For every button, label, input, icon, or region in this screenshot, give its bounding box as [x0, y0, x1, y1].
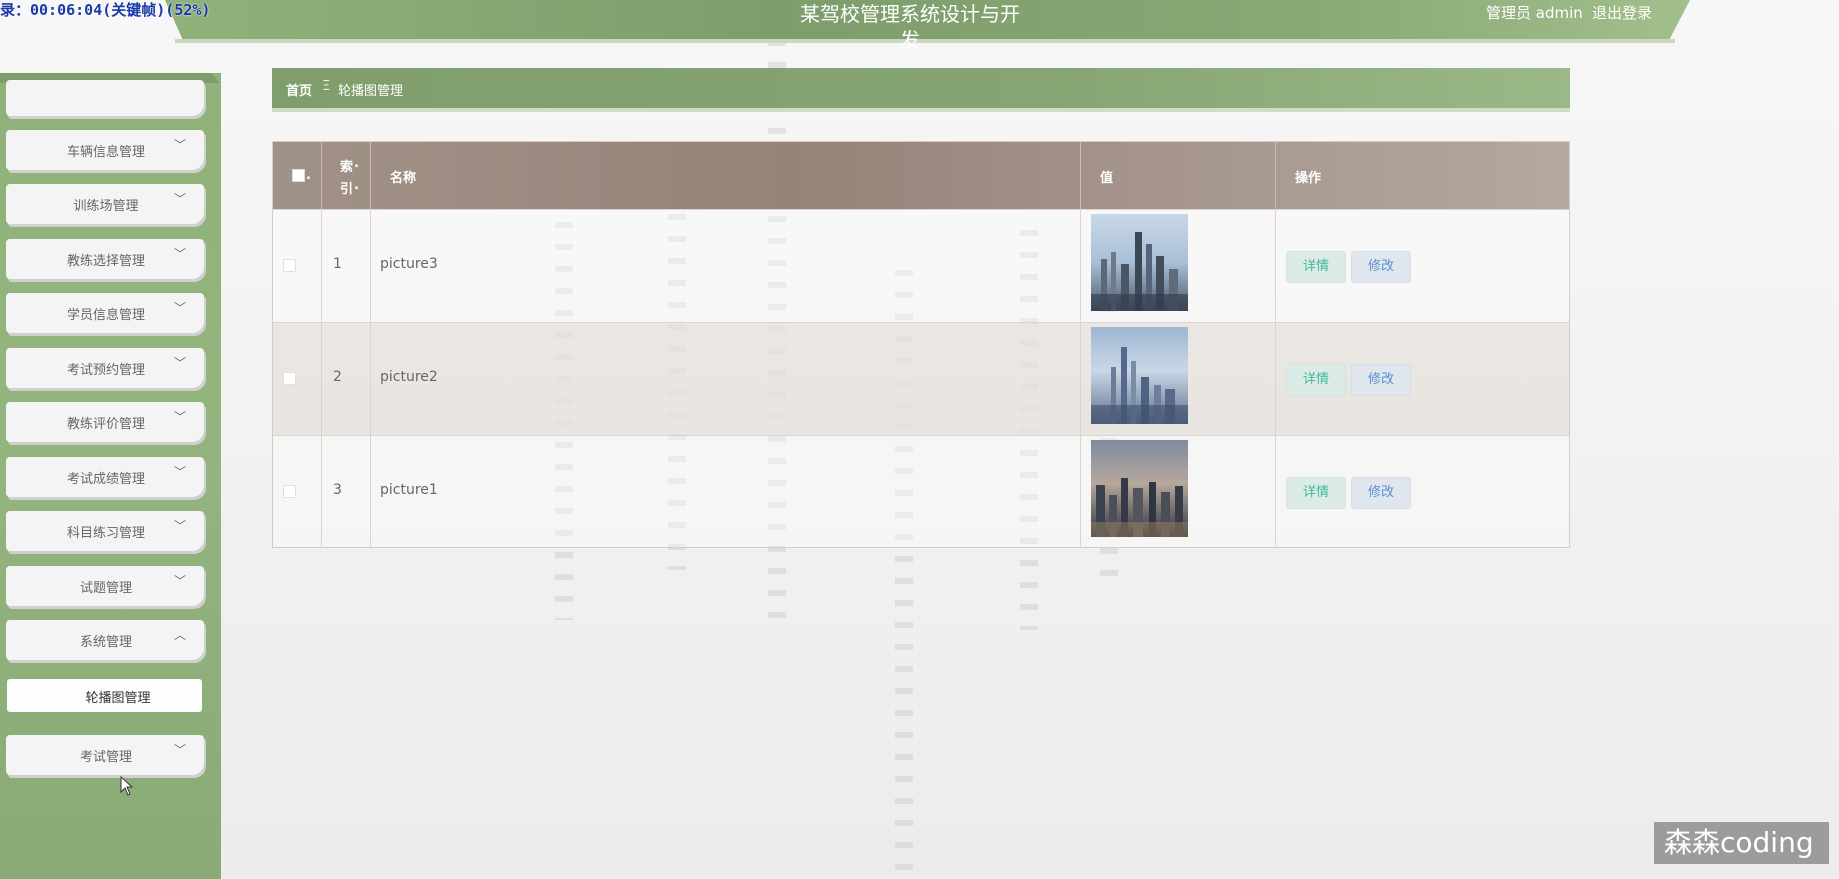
chevron-down-icon: ﹀	[174, 519, 187, 533]
chevron-down-icon: ﹀	[174, 138, 187, 152]
row-checkbox[interactable]	[283, 485, 296, 498]
header-actions: 操作	[1295, 171, 1322, 186]
sidebar-item-subject-practice[interactable]: 科目练习管理 ﹀	[6, 511, 204, 551]
edit-button[interactable]: 修改	[1351, 251, 1411, 283]
sidebar-item-exam-score[interactable]: 考试成绩管理 ﹀	[6, 457, 204, 497]
chevron-down-icon: ﹀	[174, 465, 187, 479]
sidebar-item-exam-booking[interactable]: 考试预约管理 ﹀	[6, 348, 204, 388]
chevron-down-icon: ﹀	[174, 574, 187, 588]
carousel-image-thumbnail[interactable]	[1091, 327, 1188, 424]
breadcrumb-separator-icon: Ξ	[322, 79, 331, 94]
sidebar-item-coach-review[interactable]: 教练评价管理 ﹀	[6, 402, 204, 442]
sidebar-item-system[interactable]: 系统管理 ︿	[6, 620, 204, 660]
current-user-label: 管理员 admin	[1486, 4, 1583, 22]
header-index-line2: 引	[340, 182, 354, 197]
detail-button[interactable]: 详情	[1286, 364, 1346, 396]
detail-button[interactable]: 详情	[1286, 251, 1346, 283]
breadcrumb: 首页 Ξ 轮播图管理	[272, 68, 1570, 108]
table-row: 2 picture2 详情 修改	[273, 322, 1569, 435]
header-value: 值	[1081, 142, 1276, 209]
header-index-line1: 索	[340, 160, 354, 175]
sidebar-item-training-ground[interactable]: 训练场管理 ﹀	[6, 184, 204, 224]
chevron-down-icon: ﹀	[174, 356, 187, 370]
breadcrumb-underline	[272, 108, 1570, 112]
edit-button[interactable]: 修改	[1351, 364, 1411, 396]
row-name: picture1	[380, 482, 438, 498]
carousel-table: . 索 . 引 . 名称 值 操作 1 picture3 详情 修改 2 pic…	[272, 141, 1570, 548]
sidebar-item-exam[interactable]: 考试管理 ﹀	[6, 735, 204, 775]
breadcrumb-current: 轮播图管理	[338, 84, 404, 99]
sidebar-item-partial[interactable]	[6, 80, 204, 116]
table-header: . 索 . 引 . 名称 值 操作	[273, 142, 1569, 209]
sidebar-item-student-info[interactable]: 学员信息管理 ﹀	[6, 293, 204, 333]
row-checkbox[interactable]	[283, 372, 296, 385]
breadcrumb-home[interactable]: 首页	[286, 80, 312, 99]
table-row: 1 picture3 详情 修改	[273, 209, 1569, 322]
chevron-down-icon: ﹀	[174, 410, 187, 424]
edit-button[interactable]: 修改	[1351, 477, 1411, 509]
chevron-down-icon: ﹀	[174, 192, 187, 206]
header-index: 索 . 引 .	[322, 142, 371, 209]
chevron-down-icon: ﹀	[174, 301, 187, 315]
select-all-checkbox[interactable]	[292, 169, 305, 182]
table-row: 3 picture1 详情 修改	[273, 435, 1569, 548]
row-checkbox[interactable]	[283, 259, 296, 272]
row-name: picture3	[380, 256, 438, 272]
row-name: picture2	[380, 369, 438, 385]
logout-link[interactable]: 退出登录	[1592, 2, 1652, 23]
row-index: 1	[333, 256, 342, 272]
detail-button[interactable]: 详情	[1286, 477, 1346, 509]
sidebar-subitem-label: 轮播图管理	[85, 691, 151, 706]
sidebar-item-questions[interactable]: 试题管理 ﹀	[6, 566, 204, 606]
header-name: 名称	[371, 142, 1081, 209]
app-title: 某驾校管理系统设计与开发	[800, 2, 1020, 52]
carousel-image-thumbnail[interactable]	[1091, 440, 1188, 537]
carousel-image-thumbnail[interactable]	[1091, 214, 1188, 311]
row-index: 3	[333, 482, 342, 498]
mouse-cursor-icon	[120, 776, 134, 796]
chevron-down-icon: ﹀	[174, 247, 187, 261]
watermark-text: 森森coding	[1654, 822, 1829, 864]
chevron-up-icon: ︿	[174, 628, 187, 642]
row-index: 2	[333, 369, 342, 385]
header-select-all: .	[273, 142, 322, 209]
sidebar-item-vehicle[interactable]: 车辆信息管理 ﹀	[6, 130, 204, 170]
sidebar-subitem-carousel[interactable]: 轮播图管理	[7, 679, 202, 712]
chevron-down-icon: ﹀	[174, 743, 187, 757]
sidebar-item-coach-selection[interactable]: 教练选择管理 ﹀	[6, 239, 204, 279]
recording-overlay-text: 录：00:06:04(关键帧)(52%)	[0, 1, 211, 19]
